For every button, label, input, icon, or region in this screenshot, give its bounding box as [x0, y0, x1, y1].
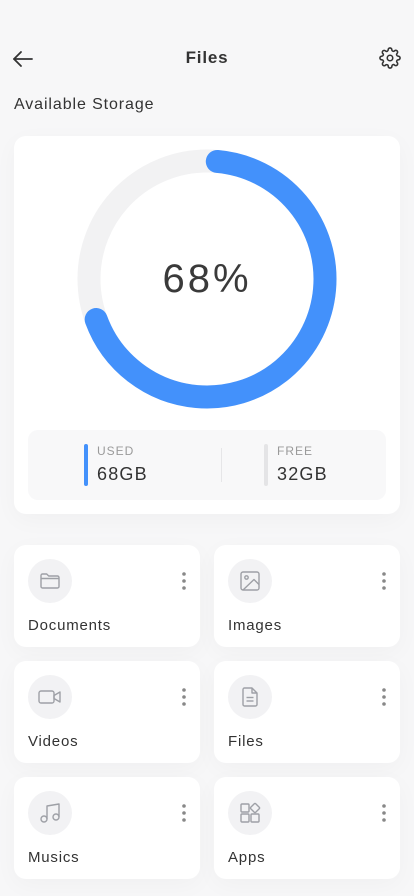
category-label: Videos: [28, 733, 79, 750]
category-label: Images: [228, 617, 282, 634]
more-options-button[interactable]: [376, 685, 392, 709]
apps-grid-icon: [228, 791, 272, 835]
settings-button[interactable]: [378, 46, 402, 70]
free-label: FREE: [277, 444, 314, 458]
page-title: Files: [185, 48, 229, 67]
category-label: Files: [228, 733, 264, 750]
category-tile-files[interactable]: Files: [214, 661, 400, 763]
used-value: 68GB: [97, 464, 148, 484]
category-label: Musics: [28, 849, 80, 866]
more-vertical-icon: [382, 804, 386, 822]
gear-icon: [379, 47, 401, 69]
section-title: Available Storage: [14, 96, 155, 113]
music-note-icon: [28, 791, 72, 835]
category-tile-images[interactable]: Images: [214, 545, 400, 647]
free-indicator: [264, 444, 268, 486]
category-label: Apps: [228, 849, 266, 866]
more-options-button[interactable]: [376, 801, 392, 825]
category-tile-documents[interactable]: Documents: [14, 545, 200, 647]
stats-divider: [221, 448, 222, 482]
used-label: USED: [97, 444, 135, 458]
storage-stats: USED 68GB FREE 32GB: [28, 430, 386, 500]
category-tile-apps[interactable]: Apps: [214, 777, 400, 879]
storage-card: 68% USED 68GB FREE 32GB: [14, 136, 400, 514]
more-options-button[interactable]: [176, 801, 192, 825]
more-options-button[interactable]: [176, 569, 192, 593]
more-vertical-icon: [382, 572, 386, 590]
category-tile-videos[interactable]: Videos: [14, 661, 200, 763]
more-vertical-icon: [182, 688, 186, 706]
folder-icon: [28, 559, 72, 603]
more-vertical-icon: [382, 688, 386, 706]
more-vertical-icon: [182, 572, 186, 590]
free-value: 32GB: [277, 464, 328, 484]
storage-percent: 68%: [162, 256, 252, 301]
used-indicator: [84, 444, 88, 486]
more-options-button[interactable]: [376, 569, 392, 593]
image-icon: [228, 559, 272, 603]
video-camera-icon: [28, 675, 72, 719]
more-options-button[interactable]: [176, 685, 192, 709]
category-label: Documents: [28, 617, 112, 634]
more-vertical-icon: [182, 804, 186, 822]
file-icon: [228, 675, 272, 719]
category-tile-musics[interactable]: Musics: [14, 777, 200, 879]
header: Files: [0, 36, 414, 80]
